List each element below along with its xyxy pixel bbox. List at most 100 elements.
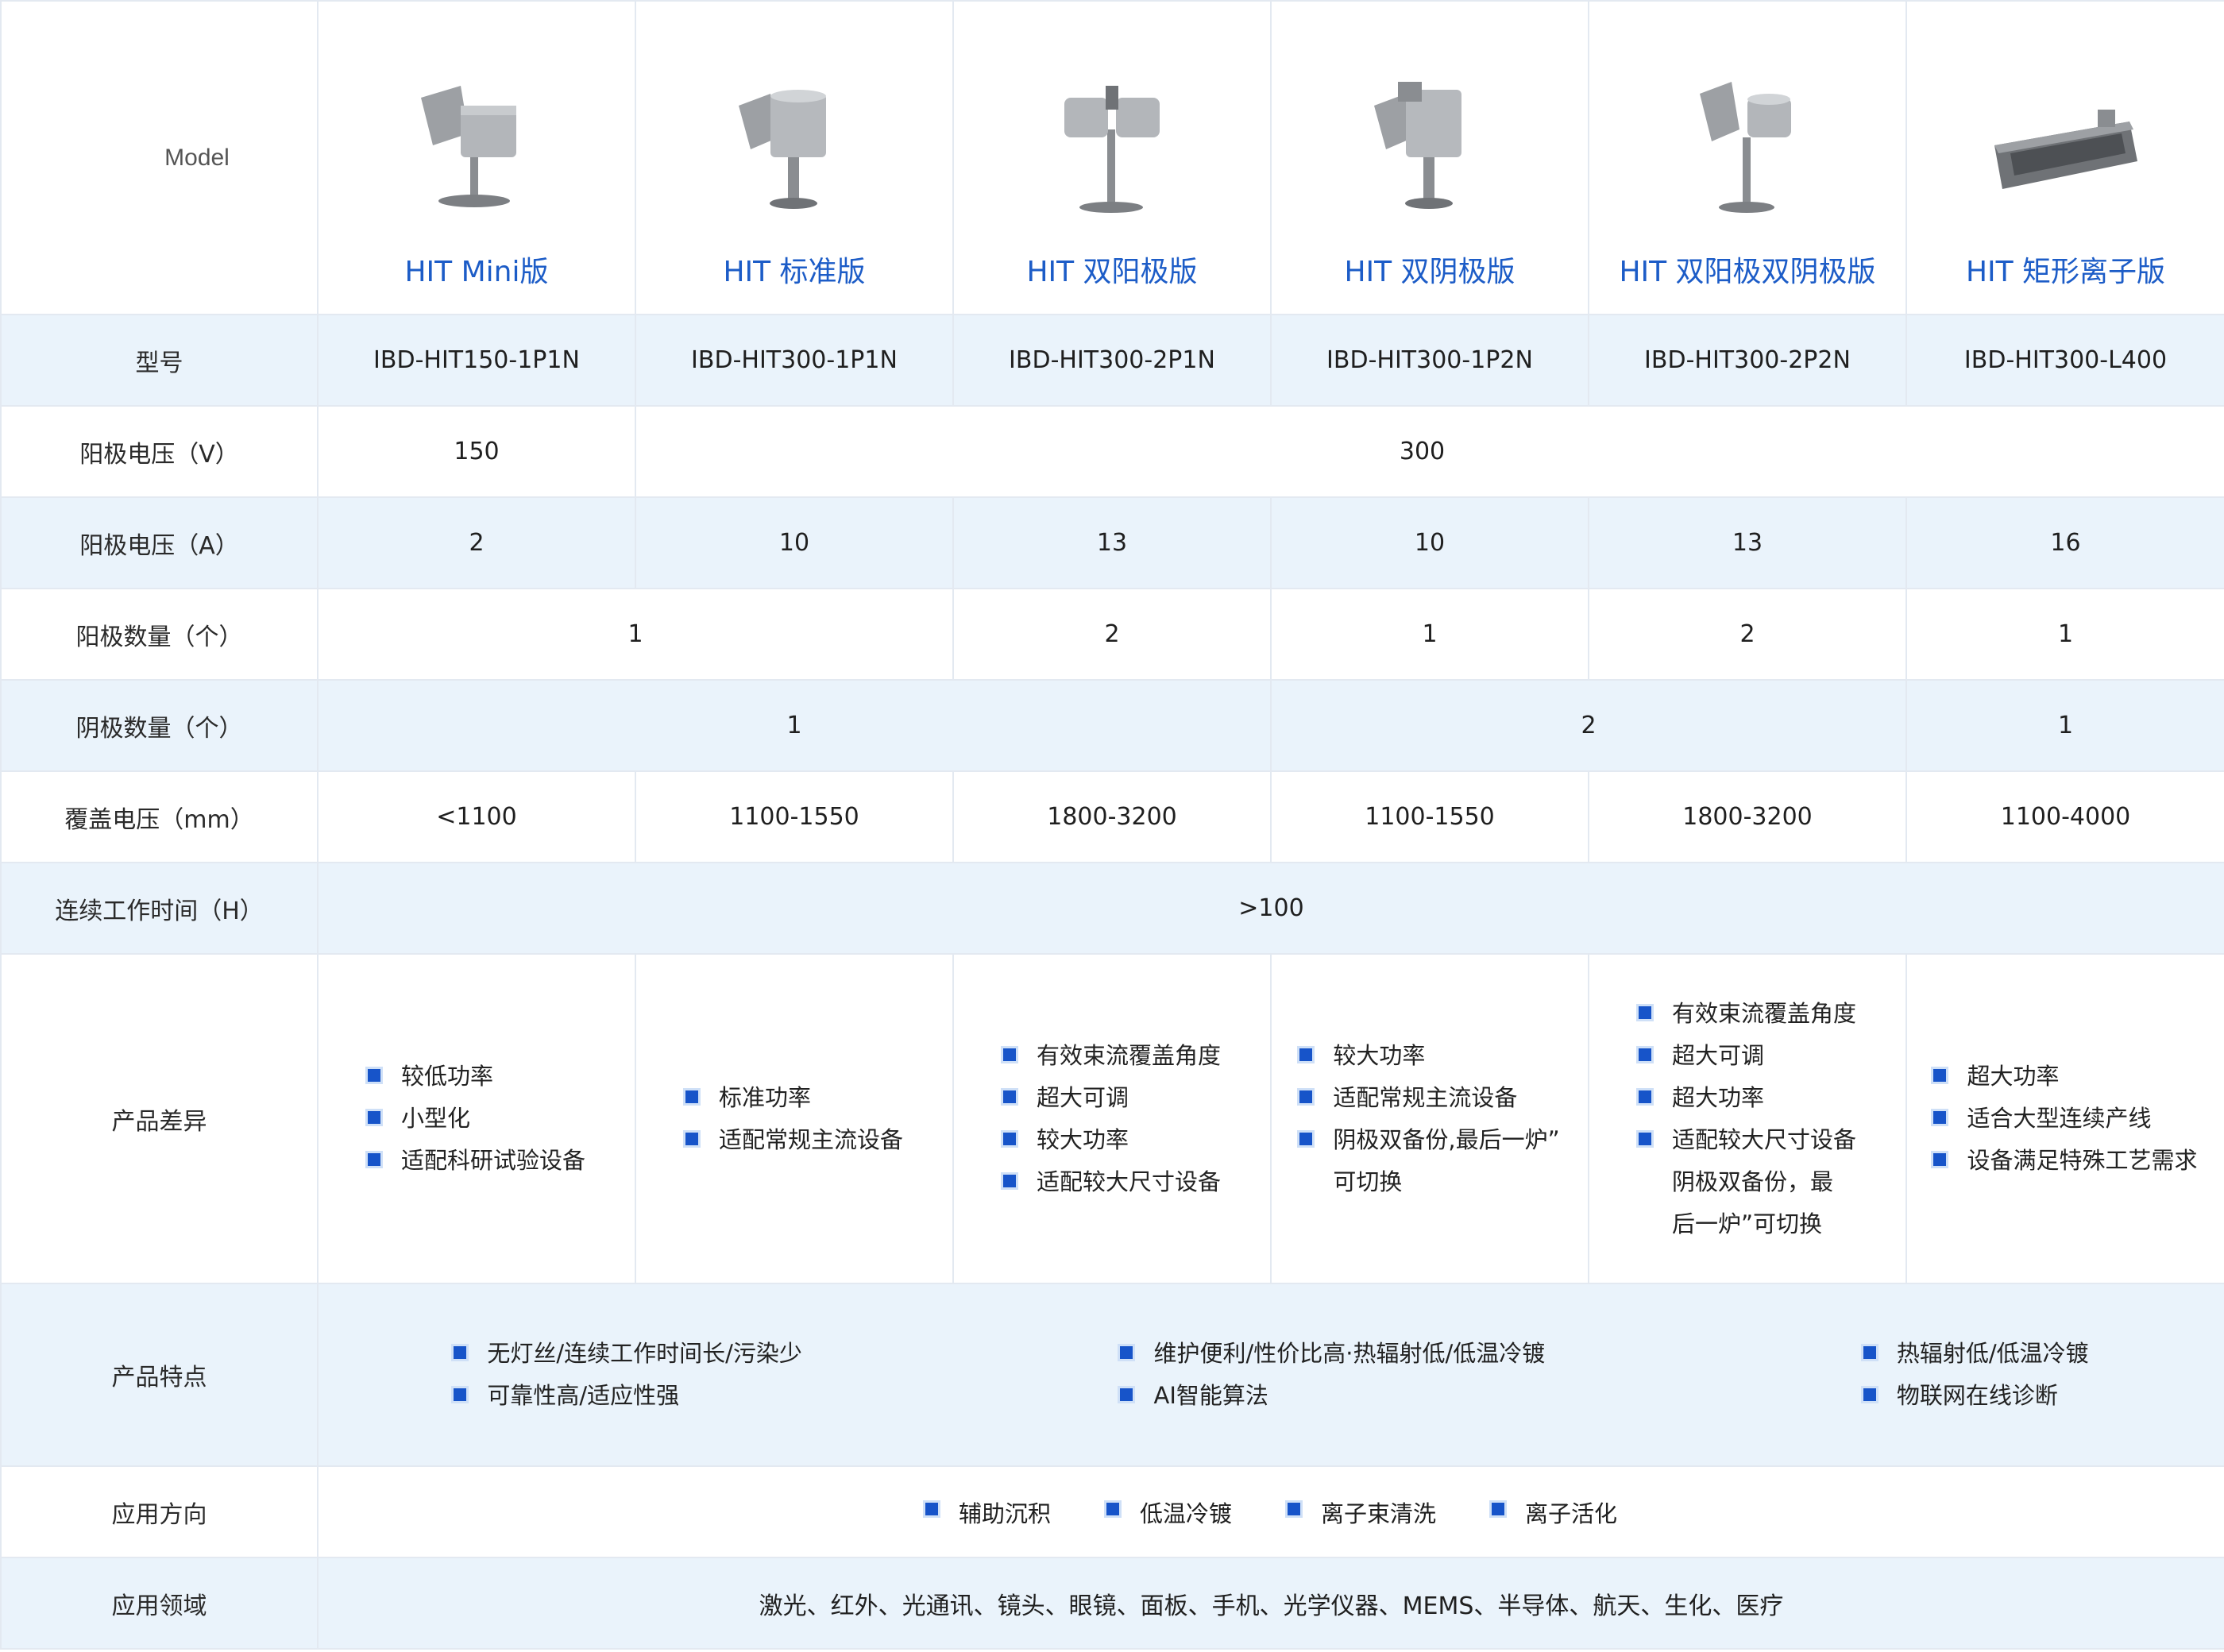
list-item: 物联网在线诊断 [1863, 1375, 2089, 1417]
bullet-icon [1933, 1111, 1947, 1124]
cell: 1100-1550 [635, 770, 954, 863]
item-text: 设备满足特殊工艺需求 [1967, 1147, 2198, 1174]
bullet-icon [1638, 1132, 1651, 1145]
dual-anode-cathode-source-icon [1700, 82, 1791, 213]
item-text: 适配常规主流设备 [718, 1125, 903, 1153]
item-text: 适配较大尺寸设备 [1036, 1168, 1221, 1195]
item-text: 适合大型连续产线 [1967, 1105, 2152, 1132]
list-item: 适配常规主流设备 [685, 1119, 903, 1161]
list-item: AI智能算法 [1120, 1375, 1545, 1417]
row-anode-current: 阳极电压（A） 2 10 13 10 13 16 [0, 496, 2224, 589]
item-text: 超大可调 [1671, 1041, 1764, 1069]
bullet-icon [1002, 1048, 1016, 1061]
row-label: 应用领域 [0, 1557, 319, 1650]
header-row: Model HIT Mini版 HIT 标准版 HIT 双阳极版 HIT 双阴极… [0, 0, 2224, 315]
list-item-continuation: 后一炉”可切换 [1639, 1203, 1856, 1245]
cell: IBD-HIT300-1P2N [1270, 314, 1589, 407]
list-item: 可靠性高/适应性强 [454, 1375, 802, 1417]
row-model: 型号 IBD-HIT150-1P1N IBD-HIT300-1P1N IBD-H… [0, 314, 2224, 407]
features-groups: 无灯丝/连续工作时间长/污染少 可靠性高/适应性强 维护便利/性价比高·热辐射低… [319, 1333, 2224, 1417]
bullet-icon [1299, 1132, 1313, 1145]
list-item: 离子活化 [1492, 1496, 1617, 1529]
diff-list: 较大功率 适配常规主流设备 阴极双备份,最后一炉” 可切换 [1299, 1035, 1560, 1203]
list-item: 维护便利/性价比高·热辐射低/低温冷镀 [1120, 1333, 1545, 1375]
bullet-icon [454, 1388, 467, 1401]
bullet-icon [685, 1132, 698, 1145]
bullet-icon [367, 1111, 380, 1124]
cell: 13 [952, 496, 1272, 589]
bullet-icon [1120, 1346, 1133, 1359]
bullet-icon [1638, 1090, 1651, 1103]
item-text: AI智能算法 [1153, 1382, 1268, 1409]
row-fields: 应用领域 激光、红外、光通讯、镜头、眼镜、面板、手机、光学仪器、MEMS、半导体… [0, 1557, 2224, 1650]
cell-merged: 2 [1270, 679, 1907, 772]
cell: 1800-3200 [1588, 770, 1907, 863]
item-text: 适配常规主流设备 [1333, 1083, 1518, 1111]
diff-list: 超大功率 适合大型连续产线 设备满足特殊工艺需求 [1933, 1056, 2198, 1182]
row-label: 产品差异 [0, 953, 319, 1284]
item-text: 可靠性高/适应性强 [487, 1382, 680, 1409]
list-item: 标准功率 [685, 1077, 903, 1119]
bullet-icon [1288, 1502, 1300, 1515]
diff-list: 较低功率 小型化 适配科研试验设备 [367, 1056, 585, 1182]
row-applications: 应用方向 辅助沉积 低温冷镀 离子束清洗 离子活化 [0, 1465, 2224, 1558]
item-text: 阴极双备份，最 [1671, 1168, 1833, 1195]
bullet-icon [1002, 1174, 1016, 1187]
item-text: 标准功率 [718, 1083, 811, 1111]
row-label: 覆盖电压（mm） [0, 770, 319, 863]
feature-group: 无灯丝/连续工作时间长/污染少 可靠性高/适应性强 [454, 1333, 802, 1417]
list-item-continuation: 可切换 [1299, 1161, 1559, 1203]
list-item: 设备满足特殊工艺需求 [1933, 1140, 2198, 1182]
bullet-icon [1933, 1069, 1947, 1082]
item-text: 有效束流覆盖角度 [1671, 999, 1856, 1027]
cell: 10 [1270, 496, 1589, 589]
list-item: 离子束清洗 [1288, 1496, 1436, 1529]
cell: 10 [635, 496, 954, 589]
dual-anode-source-icon [1064, 86, 1160, 213]
row-label: 连续工作时间（H） [0, 862, 319, 955]
list-item: 适配常规主流设备 [1299, 1077, 1559, 1119]
list-item: 阴极双备份,最后一炉” [1299, 1119, 1560, 1161]
cell: 1100-4000 [1905, 770, 2224, 863]
item-text: 超大功率 [1967, 1063, 2060, 1090]
list-item: 适合大型连续产线 [1933, 1098, 2197, 1140]
diff-cell: 较大功率 适配常规主流设备 阴极双备份,最后一炉” 可切换 [1270, 953, 1589, 1284]
item-text: 小型化 [400, 1105, 470, 1132]
diff-cell: 有效束流覆盖角度 超大可调 较大功率 适配较大尺寸设备 [952, 953, 1272, 1284]
list-item: 适配科研试验设备 [367, 1140, 585, 1182]
cell-merged: >100 [317, 862, 2224, 955]
bullet-icon [1863, 1346, 1876, 1359]
item-text: 低温冷镀 [1139, 1500, 1232, 1527]
bullet-icon [1638, 1005, 1651, 1019]
list-item: 超大功率 [1638, 1077, 1856, 1119]
item-text: 辅助沉积 [958, 1500, 1051, 1527]
bullet-icon [1299, 1090, 1313, 1103]
item-text: 超大功率 [1671, 1083, 1764, 1111]
cell: 150 [317, 405, 636, 498]
list-item: 辅助沉积 [925, 1496, 1051, 1529]
list-item: 适配较大尺寸设备 [1638, 1119, 1856, 1161]
feature-group: 维护便利/性价比高·热辐射低/低温冷镀 AI智能算法 [1120, 1333, 1545, 1417]
cell-merged: 300 [635, 405, 2224, 498]
cell: <1100 [317, 770, 636, 863]
row-label: 阴极数量（个） [0, 679, 319, 772]
item-text: 较大功率 [1333, 1041, 1426, 1069]
list-item: 热辐射低/低温冷镀 [1863, 1333, 2089, 1375]
list-item: 低温冷镀 [1106, 1496, 1232, 1529]
cell: IBD-HIT150-1P1N [317, 314, 636, 407]
bullet-icon [1106, 1502, 1119, 1515]
item-text: 较低功率 [400, 1063, 493, 1090]
row-runtime: 连续工作时间（H） >100 [0, 862, 2224, 955]
row-label: 阳极电压（V） [0, 405, 319, 498]
dual-cathode-source-icon [1374, 82, 1461, 209]
product-name: HIT 双阳极版 [1026, 256, 1198, 288]
bullet-icon [1492, 1502, 1505, 1515]
row-differences: 产品差异 较低功率 小型化 适配科研试验设备 标准功率 适配常规主流设备 有效束… [0, 953, 2224, 1284]
product-col-standard: HIT 标准版 [635, 0, 954, 315]
applications-list: 辅助沉积 低温冷镀 离子束清洗 离子活化 [319, 1496, 2224, 1529]
cell: 1 [1905, 679, 2224, 772]
applications-cell: 辅助沉积 低温冷镀 离子束清洗 离子活化 [317, 1465, 2224, 1558]
item-text: 适配较大尺寸设备 [1671, 1125, 1856, 1153]
item-text: 后一炉”可切换 [1671, 1210, 1823, 1237]
list-item: 较大功率 [1299, 1035, 1559, 1077]
